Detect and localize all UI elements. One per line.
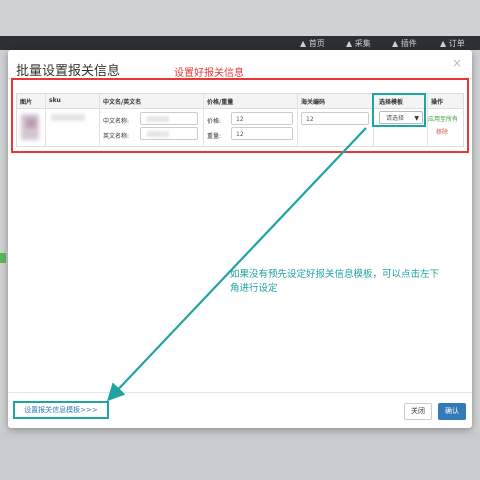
batch-customs-modal: 批量设置报关信息 设置好报关信息 × 图片 sku 中文名/英文名 价格/重量 … (8, 50, 472, 428)
customs-code-input[interactable]: 12 (301, 112, 369, 125)
en-name-value-blurred (147, 131, 169, 137)
cn-name-value-blurred (147, 116, 169, 122)
annotation-template-hint: 如果没有预先设定好报关信息模板，可以点击左下角进行设定 (230, 269, 440, 294)
background-green-marker (0, 253, 6, 263)
set-template-link[interactable]: 设置报关信息模板>>> (13, 401, 109, 419)
template-select-value: 请选择 (386, 115, 405, 122)
confirm-button[interactable]: 确认 (438, 403, 466, 420)
apply-to-all-link[interactable]: 应用至所有 (428, 114, 458, 123)
nav-orders[interactable]: ▲ 订单 (440, 38, 465, 49)
footer-divider (8, 392, 472, 393)
product-thumbnail-detail (26, 118, 36, 128)
header-customs-code: 海关编码 (301, 99, 326, 106)
chevron-down-icon: ▼ (414, 115, 419, 122)
cn-name-label: 中文名称: (103, 118, 130, 125)
nav-plugin[interactable]: ▲ 插件 (392, 38, 417, 49)
en-name-label: 英文名称: (103, 133, 130, 140)
weight-label: 重量: (207, 133, 222, 140)
header-image: 图片 (20, 99, 33, 106)
close-button[interactable]: 关闭 (404, 403, 432, 420)
header-actions: 操作 (431, 99, 444, 106)
template-select[interactable]: 请选择 ▼ (379, 111, 423, 124)
price-input[interactable]: 12 (231, 112, 293, 125)
nav-collect[interactable]: ▲ 采集 (346, 38, 371, 49)
close-icon[interactable]: × (452, 56, 462, 70)
background-bottom-strip (0, 432, 480, 480)
header-sku: sku (49, 97, 61, 104)
sku-value-blurred (51, 114, 85, 121)
header-name: 中文名/英文名 (103, 99, 142, 106)
nav-home[interactable]: ▲ 首页 (300, 38, 325, 49)
price-label: 价格: (207, 118, 222, 125)
header-price-weight: 价格/重量 (207, 99, 234, 106)
weight-input[interactable]: 12 (231, 127, 293, 140)
remove-link[interactable]: 移除 (436, 127, 448, 136)
modal-title: 批量设置报关信息 (16, 64, 121, 79)
annotation-set-customs-info: 设置好报关信息 (174, 68, 244, 79)
